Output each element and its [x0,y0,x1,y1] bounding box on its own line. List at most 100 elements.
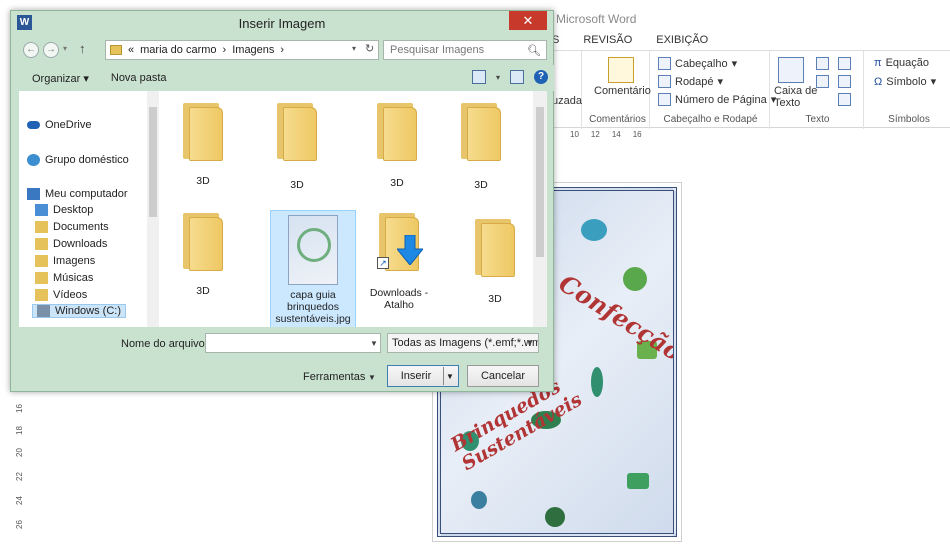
organize-button[interactable]: Organizar ▾ [32,72,89,85]
back-button[interactable]: ← [23,42,39,58]
nav-item-windows-drive[interactable]: Windows (C:) [31,304,127,318]
header-footer-group-label: Cabeçalho e Rodapé [663,114,758,125]
tab-revisao[interactable]: REVISÃO [583,34,632,46]
search-input[interactable]: Pesquisar Imagens 🔍︎ [383,40,547,60]
search-icon[interactable]: 🔍︎ [527,44,541,57]
shortcut-icon: ↗ [377,257,389,269]
nav-label: Desktop [53,204,94,216]
file-item-folder[interactable]: 3D [163,99,243,187]
downloads-folder-icon [35,238,48,250]
recent-locations-icon[interactable]: ▾ [63,44,67,53]
chevron-down-icon: ▼ [526,338,534,347]
nav-label: Downloads [53,238,108,250]
file-item-image-selected[interactable]: capa guia brinquedos sustentáveis.jpg [270,210,356,327]
file-item-folder[interactable]: 3D [441,99,521,191]
comment-icon[interactable] [608,57,634,83]
insert-dropdown-icon[interactable]: ▼ [446,372,454,381]
ribbon-group-symbols: π Equação Ω Símbolo ▾ Símbolos [868,51,950,129]
address-bar[interactable]: « maria do carmo › Imagens › ▾ [105,40,379,60]
file-name-input[interactable] [205,333,381,353]
nav-item-videos[interactable]: Vídeos [35,289,87,301]
file-label: 3D [196,285,210,297]
view-options-icon[interactable] [471,70,486,84]
images-folder-icon [35,255,48,267]
breadcrumb-overflow[interactable]: « [128,44,134,56]
nav-item-images[interactable]: Imagens [35,255,95,267]
partial-label[interactable]: uzada [552,95,582,107]
desktop-icon [35,204,48,216]
forward-button[interactable]: → [43,42,59,58]
close-button[interactable]: ✕ [509,11,547,30]
bottle-icon [471,491,487,509]
file-item-folder[interactable]: 3D [455,215,533,305]
textbox-label-2[interactable]: Texto [774,97,800,109]
breadcrumb-separator[interactable]: › [223,44,227,56]
tools-dropdown-icon[interactable]: ▼ [368,373,376,382]
download-arrow-icon [397,235,423,265]
symbol-button[interactable]: Ω Símbolo ▾ [874,75,936,89]
cancel-button[interactable]: Cancelar [467,365,539,387]
help-icon[interactable]: ? [534,70,548,84]
object-icon[interactable] [838,75,851,88]
tools-button[interactable]: Ferramentas [303,371,365,383]
wordart-icon[interactable] [816,75,829,88]
new-folder-button[interactable]: Nova pasta [111,72,167,84]
header-button[interactable]: Cabeçalho ▾ [658,57,737,70]
view-dropdown-icon[interactable]: ▾ [496,73,500,82]
address-row: ← → ▾ ↑ « maria do carmo › Imagens › ▾ ↻… [19,39,547,61]
datetime-icon[interactable] [838,93,851,106]
ruler-mark: 24 [14,496,24,505]
page-number-button[interactable]: Número de Página ▾ [658,93,776,106]
up-arrow-icon[interactable]: ↑ [79,41,86,56]
equation-button[interactable]: π Equação [874,57,929,69]
scrollbar-thumb[interactable] [536,107,544,257]
quickparts-icon[interactable] [816,57,829,70]
breadcrumb-maria[interactable]: maria do carmo [140,44,216,56]
gear-icon [545,507,565,527]
refresh-icon[interactable]: ↻ [365,42,377,56]
folder-icon [471,215,519,277]
truck-icon [627,473,649,489]
folder-icon: ↗ [375,209,423,271]
textbox-icon[interactable] [778,57,804,83]
nav-item-downloads[interactable]: Downloads [35,238,107,250]
ruler-mark: 16 [632,130,642,139]
signature-icon[interactable] [838,57,851,70]
breadcrumb-imagens[interactable]: Imagens [232,44,274,56]
navigation-scrollbar[interactable] [147,91,159,327]
file-label: 3D [290,179,304,191]
file-type-select[interactable]: Todas as Imagens (*.emf;*.wmf ▼ [387,333,539,353]
nav-item-onedrive[interactable]: OneDrive [27,119,91,131]
scrollbar-thumb[interactable] [149,107,157,217]
nav-item-computer[interactable]: Meu computador [27,188,128,200]
preview-pane-icon[interactable] [510,70,524,84]
page-number-icon [658,93,671,106]
tab-exibicao[interactable]: EXIBIÇÃO [656,34,708,46]
nav-item-documents[interactable]: Documents [35,221,109,233]
nav-item-homegroup[interactable]: Grupo doméstico [27,154,129,166]
file-list-scrollbar[interactable] [533,91,547,327]
ruler-mark: 16 [14,404,24,413]
file-name-dropdown-icon[interactable]: ▼ [370,339,378,348]
file-item-shortcut[interactable]: ↗ Downloads - Atalho [359,209,439,311]
file-item-folder[interactable]: 3D [257,99,337,191]
comment-button[interactable]: Comentário [594,85,651,97]
ribbon-group-text: Caixa de Texto Texto [772,51,864,129]
breadcrumb-separator[interactable]: › [280,44,284,56]
file-type-value: Todas as Imagens (*.emf;*.wmf [392,337,539,349]
omega-icon: Ω [874,75,883,88]
address-dropdown-icon[interactable]: ▾ [352,44,356,53]
file-label: capa guia brinquedos sustentáveis.jpg [275,289,351,325]
file-item-folder[interactable]: 3D [163,209,243,297]
ruler-mark: 10 [570,130,579,139]
nav-label: Grupo doméstico [45,154,129,166]
file-label: 3D [474,179,488,191]
symbols-group-label: Símbolos [888,114,930,125]
nav-item-music[interactable]: Músicas [35,272,93,284]
file-item-folder[interactable]: 3D [357,99,437,189]
dialog-footer: Nome do arquivo: ▼ Todas as Imagens (*.e… [11,329,553,393]
dialog-titlebar[interactable]: W Inserir Imagem ✕ [11,11,553,35]
textbox-label-1[interactable]: Caixa de [774,85,817,97]
nav-item-desktop[interactable]: Desktop [35,204,93,216]
footer-button[interactable]: Rodapé ▾ [658,75,723,88]
